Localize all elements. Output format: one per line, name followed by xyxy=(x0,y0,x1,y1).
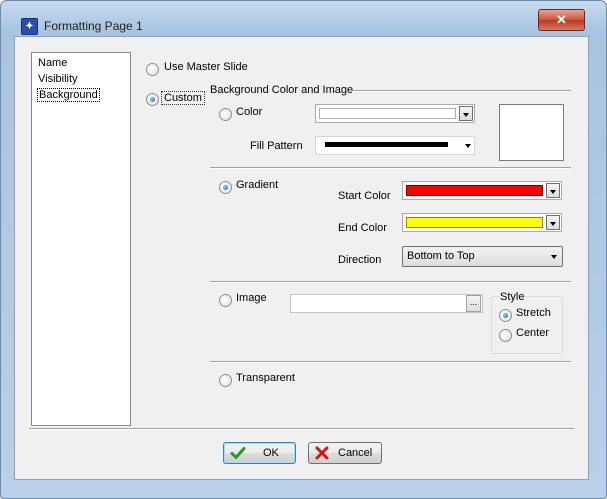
direction-label: Direction xyxy=(338,254,382,266)
title-bar[interactable]: ✦ Formatting Page 1 ✕ xyxy=(1,1,606,35)
divider xyxy=(210,361,571,363)
divider xyxy=(210,167,571,169)
fill-pattern-combo[interactable] xyxy=(315,136,475,155)
close-button[interactable]: ✕ xyxy=(538,9,585,31)
group-title: Background Color and Image xyxy=(210,84,354,96)
dialog-window: ✦ Formatting Page 1 ✕ Name Visibility Ba… xyxy=(0,0,607,499)
browse-button[interactable]: ... xyxy=(466,295,481,312)
list-item-visibility[interactable]: Visibility xyxy=(38,73,78,85)
start-color-combo[interactable] xyxy=(402,181,562,200)
style-group xyxy=(491,296,563,354)
chevron-down-icon[interactable] xyxy=(546,215,560,230)
chevron-down-icon[interactable] xyxy=(459,106,473,121)
transparent-label: Transparent xyxy=(236,372,295,384)
list-item-name[interactable]: Name xyxy=(38,57,67,69)
image-radio[interactable] xyxy=(219,294,232,307)
chevron-down-icon xyxy=(551,255,557,259)
color-combo[interactable] xyxy=(315,104,475,123)
transparent-radio[interactable] xyxy=(219,374,232,387)
end-color-label: End Color xyxy=(338,222,387,234)
category-list[interactable]: Name Visibility Background xyxy=(31,52,131,426)
stretch-radio[interactable] xyxy=(499,309,512,322)
app-icon: ✦ xyxy=(21,18,38,35)
center-label: Center xyxy=(516,327,550,339)
list-item-background[interactable]: Background xyxy=(37,88,100,102)
style-group-title: Style xyxy=(499,291,526,303)
window-title: Formatting Page 1 xyxy=(44,19,143,33)
center-radio[interactable] xyxy=(499,329,512,342)
group-title-divider xyxy=(352,90,571,92)
green-check-icon xyxy=(230,447,246,459)
custom-radio[interactable] xyxy=(146,93,159,106)
stretch-label: Stretch xyxy=(516,307,551,319)
cancel-label: Cancel xyxy=(338,447,373,459)
fill-pattern-label: Fill Pattern xyxy=(250,140,303,152)
ok-label: OK xyxy=(263,447,279,459)
dialog-body: Name Visibility Background Use Master Sl… xyxy=(14,36,589,480)
start-color-swatch xyxy=(406,185,543,196)
color-swatch xyxy=(319,108,456,119)
gradient-radio[interactable] xyxy=(219,181,232,194)
start-color-label: Start Color xyxy=(338,190,391,202)
color-radio[interactable] xyxy=(219,108,232,121)
footer-divider xyxy=(29,428,574,430)
chevron-down-icon xyxy=(465,144,471,148)
divider xyxy=(210,281,571,283)
color-label: Color xyxy=(236,106,263,118)
use-master-slide-radio[interactable] xyxy=(146,63,159,76)
image-path-input[interactable] xyxy=(290,294,483,313)
direction-select[interactable]: Bottom to Top xyxy=(402,246,563,267)
direction-value: Bottom to Top xyxy=(407,250,475,262)
ok-button[interactable]: OK xyxy=(223,442,296,464)
image-label: Image xyxy=(236,292,267,304)
fill-pattern-swatch xyxy=(325,142,448,147)
custom-label: Custom xyxy=(161,91,205,105)
chevron-down-icon[interactable] xyxy=(546,183,560,198)
background-preview xyxy=(499,104,564,161)
end-color-swatch xyxy=(406,217,543,228)
cancel-button[interactable]: Cancel xyxy=(308,442,382,464)
use-master-slide-label: Use Master Slide xyxy=(164,61,248,73)
gradient-label: Gradient xyxy=(236,179,279,191)
end-color-combo[interactable] xyxy=(402,213,562,232)
red-x-icon xyxy=(315,446,329,460)
